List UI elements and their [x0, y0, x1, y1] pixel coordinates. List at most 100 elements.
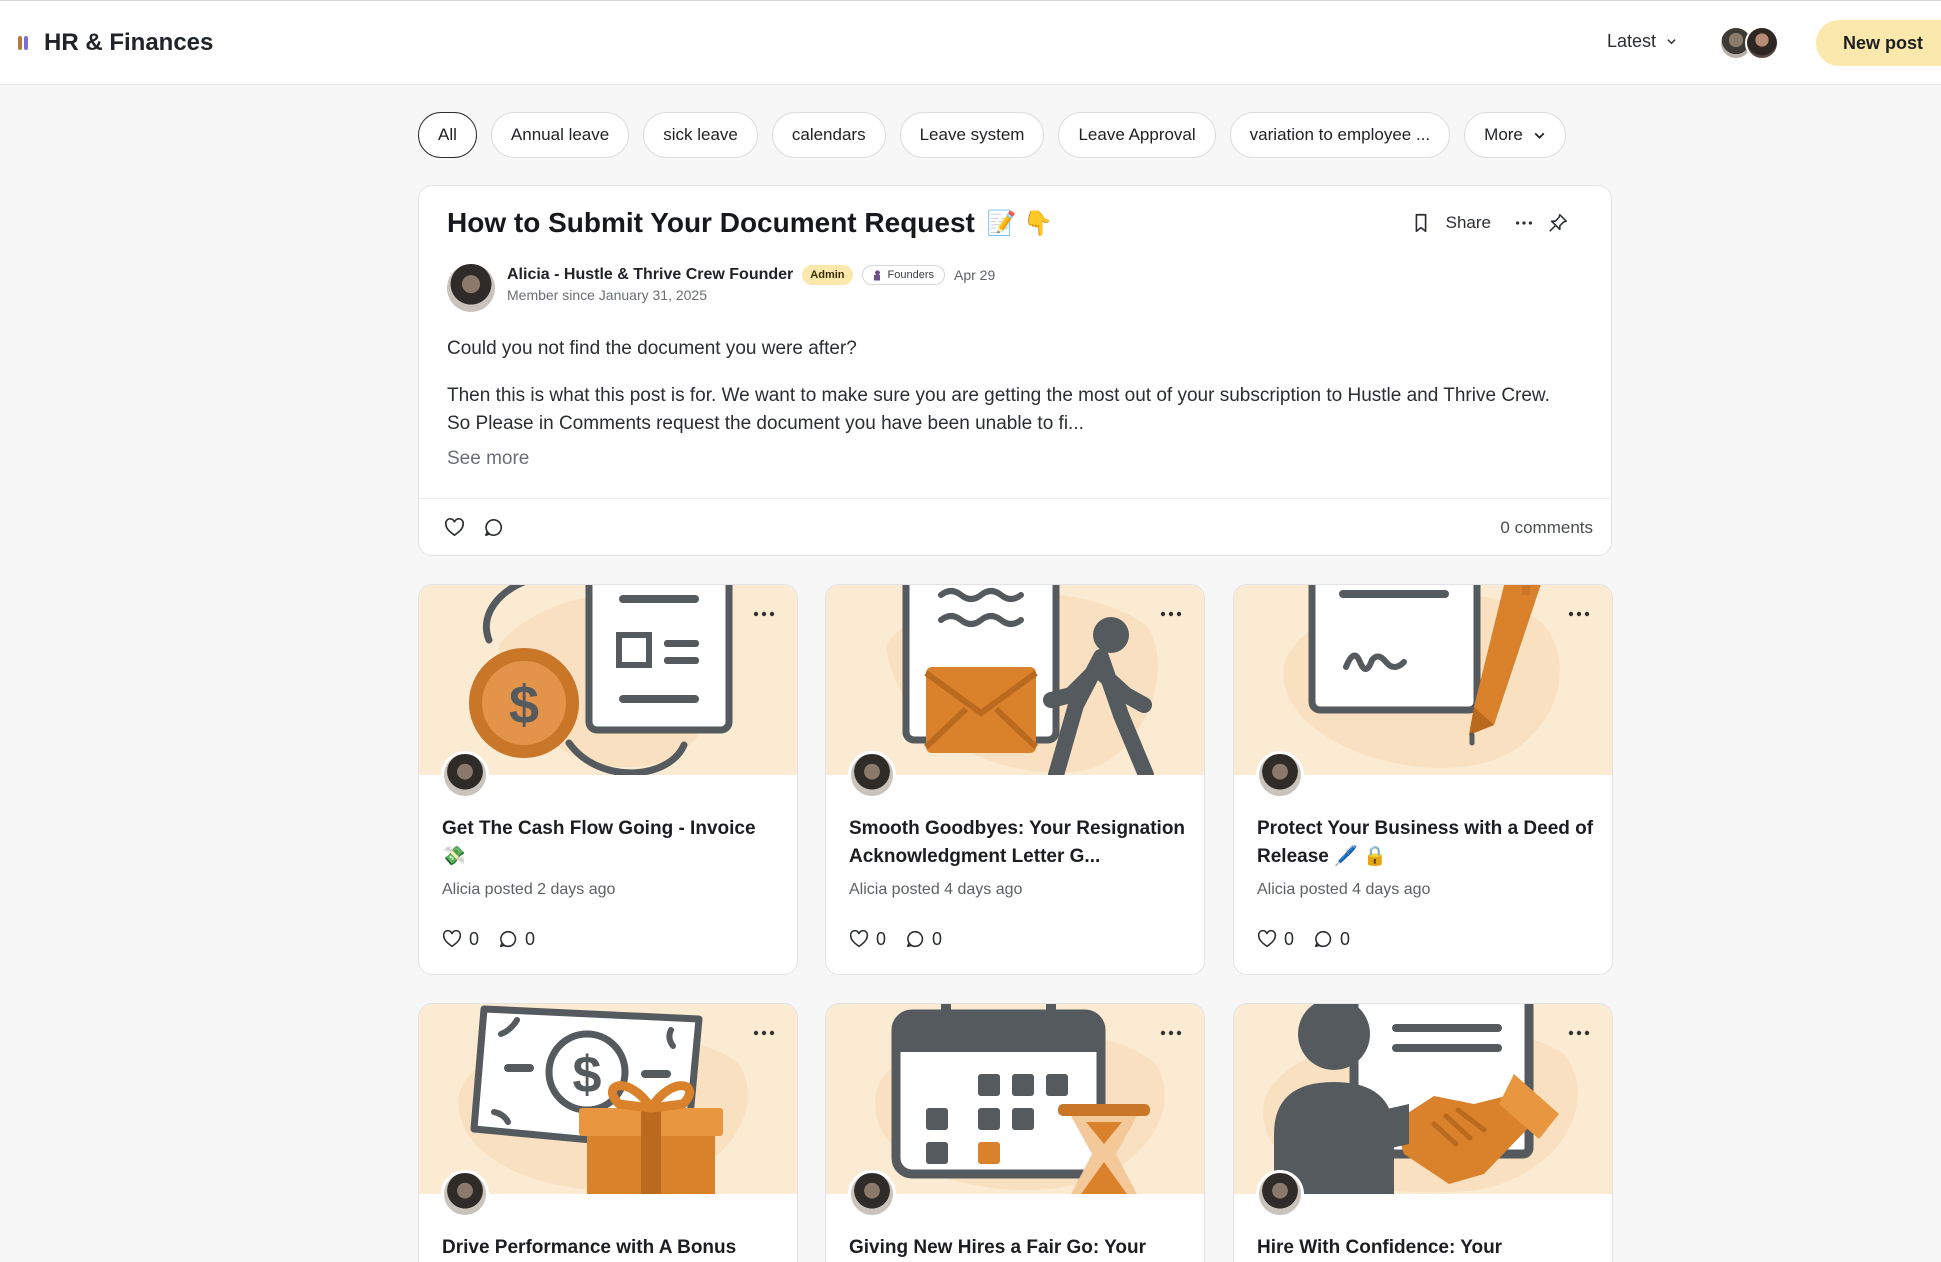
avatar	[1745, 26, 1779, 60]
card-stats: 0 0	[848, 928, 942, 950]
comments-count[interactable]: 0 comments	[1500, 518, 1593, 538]
avatar[interactable]	[447, 264, 495, 312]
like-count-value: 0	[469, 928, 480, 949]
author-name[interactable]: Alicia - Hustle & Thrive Crew Founder	[507, 266, 793, 284]
card-title[interactable]: Protect Your Business with a Deed of Rel…	[1257, 815, 1597, 871]
avatar[interactable]	[441, 1170, 489, 1218]
filter-chip-annual-leave[interactable]: Annual leave	[490, 112, 630, 158]
comment-count[interactable]: 0	[497, 928, 535, 950]
post-title[interactable]: How to Submit Your Document Request 📝 👇	[447, 207, 1053, 239]
post-date: Apr 29	[954, 267, 996, 283]
comment-count[interactable]: 0	[1312, 928, 1350, 950]
card-meta: Alicia posted 4 days ago	[1257, 881, 1431, 898]
avatar[interactable]	[1256, 1170, 1304, 1218]
sort-dropdown[interactable]: Latest	[1607, 31, 1677, 52]
post-card[interactable]: Protect Your Business with a Deed of Rel…	[1233, 584, 1613, 975]
community-brand[interactable]: HR & Finances	[18, 29, 213, 57]
more-options-icon[interactable]	[753, 611, 775, 617]
card-stats: 0 0	[441, 928, 535, 950]
filter-chip-sick-leave[interactable]: sick leave	[643, 112, 758, 158]
card-meta: Alicia posted 4 days ago	[849, 881, 1023, 898]
avatar[interactable]	[848, 1170, 896, 1218]
more-options-icon[interactable]	[1160, 1030, 1182, 1036]
community-logo-icon	[18, 34, 30, 52]
handshake-illustration-icon	[1234, 1004, 1612, 1194]
comment-count-value: 0	[932, 928, 943, 949]
more-options-icon[interactable]	[1160, 611, 1182, 617]
like-count-value: 0	[1284, 928, 1295, 949]
avatar[interactable]	[441, 751, 489, 799]
card-title[interactable]: Hire With Confidence: Your	[1257, 1234, 1597, 1262]
comment-count[interactable]: 0	[904, 928, 942, 950]
chevron-down-icon	[1667, 39, 1676, 45]
more-options-icon[interactable]	[1568, 1030, 1590, 1036]
svg-text:$: $	[509, 675, 539, 735]
post-card[interactable]: $ Drive Performance with A Bonus	[418, 1003, 798, 1262]
post-body: Could you not find the document you were…	[447, 335, 1577, 438]
card-title[interactable]: Giving New Hires a Fair Go: Your	[849, 1234, 1189, 1262]
comment-icon	[1314, 930, 1332, 948]
post-card[interactable]: Giving New Hires a Fair Go: Your	[825, 1003, 1205, 1262]
filter-chip-all[interactable]: All	[418, 112, 477, 158]
post-author: Alicia - Hustle & Thrive Crew Founder Ad…	[447, 264, 995, 312]
post-card[interactable]: Hire With Confidence: Your	[1233, 1003, 1613, 1262]
resignation-illustration-icon	[826, 585, 1204, 775]
post-actions	[443, 516, 505, 539]
like-count[interactable]: 0	[441, 928, 479, 950]
post-paragraph: Could you not find the document you were…	[447, 338, 857, 359]
see-more-link[interactable]: See more	[447, 448, 529, 470]
more-options-icon[interactable]	[1513, 212, 1535, 234]
filter-chip-leave-system[interactable]: Leave system	[899, 112, 1045, 158]
card-meta: Alicia posted 2 days ago	[442, 881, 616, 898]
founders-label: Founders	[887, 269, 934, 281]
filter-chip-variation[interactable]: variation to employee ...	[1229, 112, 1451, 158]
pin-icon[interactable]	[1547, 212, 1569, 234]
like-count-value: 0	[876, 928, 887, 949]
card-title[interactable]: Drive Performance with A Bonus	[442, 1234, 782, 1262]
heart-icon	[442, 929, 462, 948]
new-post-button[interactable]: New post	[1816, 20, 1941, 66]
filter-chip-calendars[interactable]: calendars	[771, 112, 886, 158]
comment-icon	[906, 930, 924, 948]
post-paragraph: Then this is what this post is for. We w…	[447, 385, 1550, 434]
post-toolbar: Share	[1410, 212, 1569, 234]
member-since: Member since January 31, 2025	[507, 287, 707, 303]
author-meta: Alicia - Hustle & Thrive Crew Founder Ad…	[507, 264, 995, 312]
community-title: HR & Finances	[44, 29, 214, 56]
founders-badge: Founders	[861, 265, 945, 285]
admin-badge: Admin	[802, 265, 853, 285]
post-card[interactable]: Smooth Goodbyes: Your Resignation Acknow…	[825, 584, 1205, 975]
card-title[interactable]: Smooth Goodbyes: Your Resignation Acknow…	[849, 815, 1189, 871]
calendar-illustration-icon	[826, 1004, 1204, 1194]
heart-icon[interactable]	[443, 516, 466, 539]
filter-more-button[interactable]: More	[1464, 112, 1566, 158]
svg-text:$: $	[573, 1046, 602, 1104]
topic-filters: All Annual leave sick leave calendars Le…	[418, 112, 1566, 158]
filter-chip-leave-approval[interactable]: Leave Approval	[1058, 112, 1216, 158]
like-count[interactable]: 0	[1256, 928, 1294, 950]
heart-icon	[1257, 929, 1277, 948]
card-title[interactable]: Get The Cash Flow Going - Invoice 💸	[442, 815, 782, 871]
avatar[interactable]	[1256, 751, 1304, 799]
comment-count-value: 0	[1340, 928, 1351, 949]
member-avatars[interactable]	[1719, 26, 1779, 60]
post-title-emoji: 📝 👇	[986, 209, 1054, 237]
comment-icon[interactable]	[482, 516, 505, 539]
share-button[interactable]: Share	[1446, 213, 1491, 233]
more-label: More	[1484, 125, 1523, 144]
top-bar: HR & Finances Latest New post	[0, 0, 1941, 85]
like-count[interactable]: 0	[848, 928, 886, 950]
heart-icon	[849, 929, 869, 948]
deed-illustration-icon	[1234, 585, 1612, 775]
author-line: Alicia - Hustle & Thrive Crew Founder Ad…	[507, 264, 995, 286]
post-card[interactable]: $ Get The Cash Flow Going - Invoice 💸 Al…	[418, 584, 798, 975]
featured-post[interactable]: How to Submit Your Document Request 📝 👇 …	[418, 185, 1612, 556]
more-options-icon[interactable]	[1568, 611, 1590, 617]
avatar[interactable]	[848, 751, 896, 799]
comment-icon	[499, 930, 517, 948]
person-icon	[872, 269, 882, 281]
bookmark-icon[interactable]	[1410, 212, 1432, 234]
card-stats: 0 0	[1256, 928, 1350, 950]
more-options-icon[interactable]	[753, 1030, 775, 1036]
invoice-illustration-icon: $	[419, 585, 797, 775]
